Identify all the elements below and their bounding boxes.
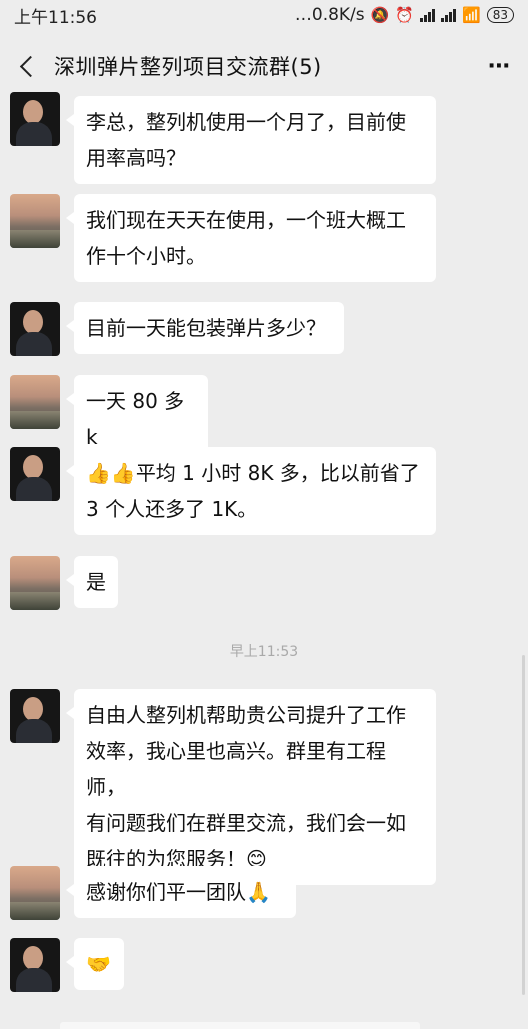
message-text: 感谢你们平一团队 — [86, 880, 246, 904]
message-line: 👍👍平均 1 小时 8K 多，比以前省了 — [86, 455, 424, 491]
message-text: 平均 1 小时 8K 多，比以前省了 — [135, 461, 420, 485]
message-line: 目前一天能包装弹片多少？ — [86, 316, 326, 340]
scrollbar[interactable] — [522, 655, 525, 995]
message-bubble[interactable]: 感谢你们平一团队🙏 — [66, 866, 296, 918]
message-line: 李总，整列机使用一个月了，目前使 — [86, 110, 406, 134]
input-bar-edge — [60, 1022, 420, 1029]
message-line: 效率，我心里也高兴。群里有工程师， — [86, 739, 386, 799]
message-bubble[interactable]: 自由人整列机帮助贵公司提升了工作 效率，我心里也高兴。群里有工程师， 有问题我们… — [66, 689, 436, 885]
message-bubble[interactable]: 我们现在天天在使用，一个班大概工 作十个小时。 — [66, 194, 436, 282]
alarm-icon: ⏰ — [395, 6, 415, 24]
signal-icon — [420, 8, 436, 22]
avatar[interactable] — [10, 556, 60, 610]
handshake-icon: 🤝 — [86, 952, 111, 976]
avatar[interactable] — [10, 194, 60, 248]
avatar[interactable] — [10, 938, 60, 992]
message-bubble[interactable]: 👍👍平均 1 小时 8K 多，比以前省了 3 个人还多了 1K。 — [66, 447, 436, 535]
message-line: 3 个人还多了 1K。 — [86, 497, 258, 521]
avatar[interactable] — [10, 689, 60, 743]
avatar[interactable] — [10, 375, 60, 429]
time-separator: 早上11:53 — [229, 644, 299, 660]
avatar[interactable] — [10, 302, 60, 356]
message-bubble[interactable]: 是 — [66, 556, 118, 608]
message-bubble[interactable]: 李总，整列机使用一个月了，目前使 用率高吗？ — [66, 96, 436, 184]
message-line: 一天 80 多 k — [86, 389, 185, 449]
network-speed: …0.8K/s — [294, 5, 365, 25]
message-line: 我们现在天天在使用，一个班大概工 — [86, 208, 406, 232]
avatar[interactable] — [10, 447, 60, 501]
wifi-icon: 📶 — [462, 6, 481, 24]
message-line: 用率高吗？ — [86, 146, 186, 170]
signal-icon-2 — [441, 8, 457, 22]
status-icons: …0.8K/s 🔕 ⏰ 📶 83 — [295, 5, 514, 25]
message-line: 有问题我们在群里交流，我们会一如 — [86, 811, 406, 835]
status-time: 上午11:56 — [14, 7, 97, 28]
pray-hands-icon: 🙏 — [246, 880, 271, 904]
bell-off-icon: 🔕 — [370, 6, 390, 24]
message-line: 感谢你们平一团队🙏 — [86, 874, 284, 910]
message-line: 🤝 — [86, 946, 112, 982]
chat-header: 深圳弹片整列项目交流群(5) ⋯ — [0, 30, 528, 102]
back-arrow-icon[interactable] — [16, 51, 38, 81]
battery-icon: 83 — [486, 7, 514, 23]
thumbs-up-icon: 👍👍 — [86, 461, 136, 485]
message-line: 是 — [86, 570, 106, 594]
chat-title: 深圳弹片整列项目交流群(5) — [54, 55, 322, 79]
status-bar: 上午11:56 …0.8K/s 🔕 ⏰ 📶 83 — [0, 0, 528, 30]
message-bubble[interactable]: 目前一天能包装弹片多少？ — [66, 302, 344, 354]
avatar[interactable] — [10, 92, 60, 146]
message-bubble[interactable]: 🤝 — [66, 938, 124, 990]
message-line: 作十个小时。 — [86, 244, 206, 268]
avatar[interactable] — [10, 866, 60, 920]
more-options-icon[interactable]: ⋯ — [488, 54, 512, 79]
message-line: 自由人整列机帮助贵公司提升了工作 — [86, 703, 406, 727]
